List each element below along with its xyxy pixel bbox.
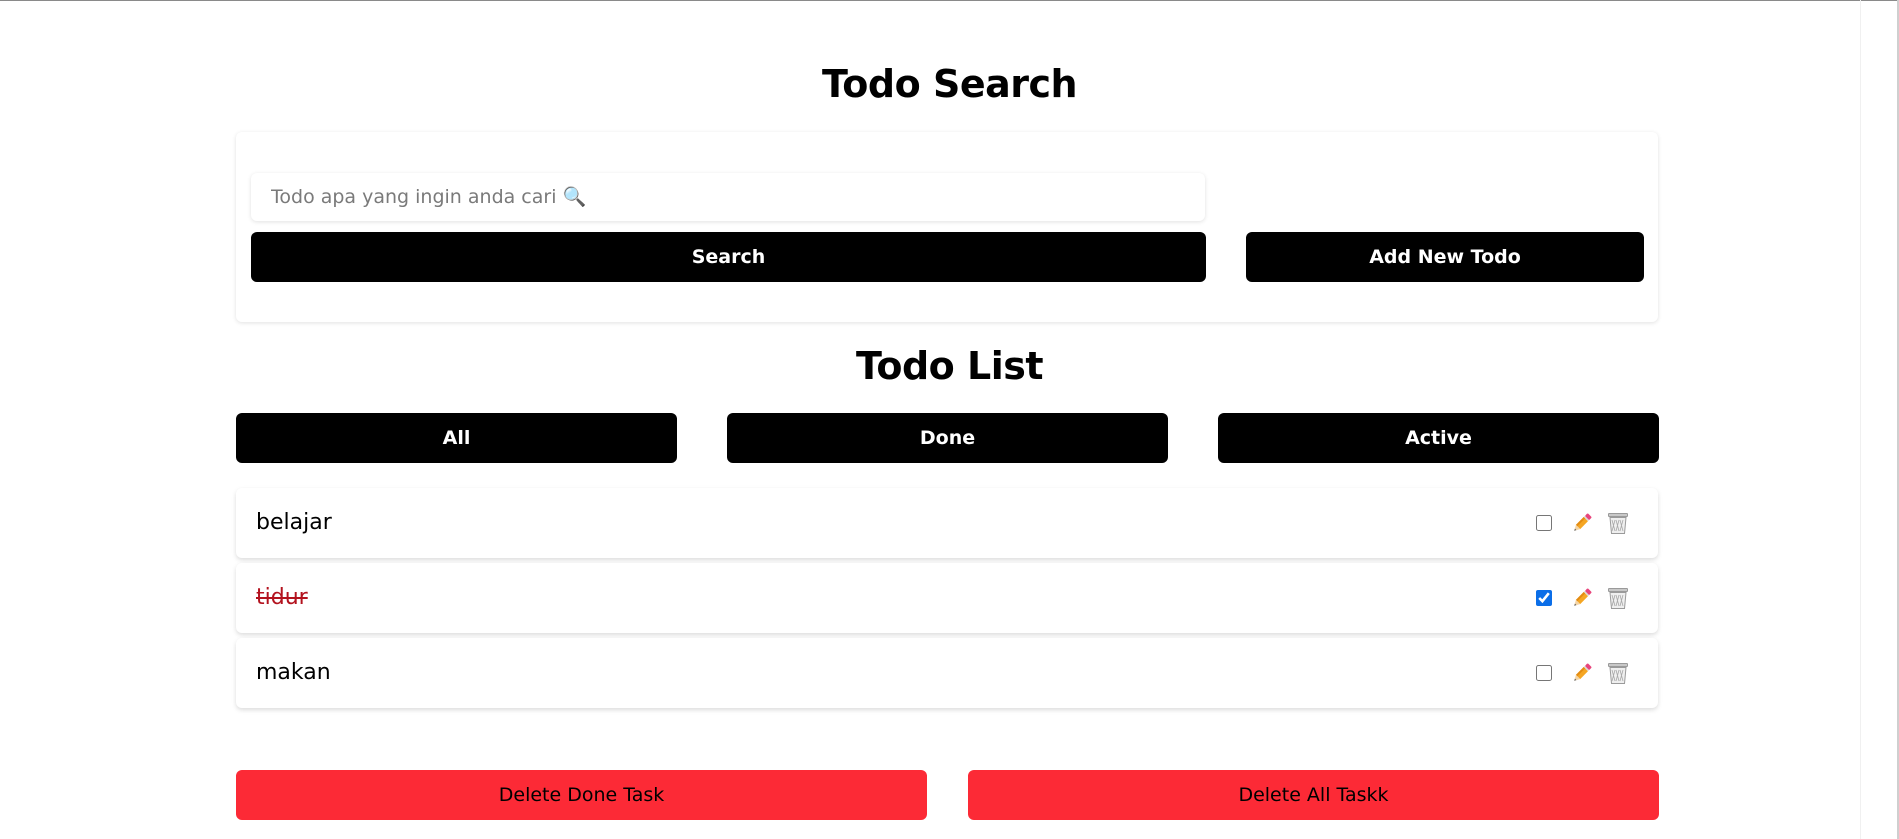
todo-done-checkbox[interactable] [1536, 665, 1552, 681]
search-input[interactable] [251, 173, 1205, 221]
search-button[interactable]: Search [251, 232, 1206, 282]
todo-done-checkbox[interactable] [1536, 515, 1552, 531]
search-title: Todo Search [821, 62, 1078, 106]
page-edge [1860, 0, 1861, 839]
todo-item: tidur [236, 563, 1658, 633]
trash-icon[interactable] [1605, 585, 1631, 611]
filter-done-button[interactable]: Done [727, 413, 1168, 463]
todo-text-done: tidur [256, 585, 308, 610]
pencil-icon[interactable] [1569, 660, 1595, 686]
filter-all-button[interactable]: All [236, 413, 677, 463]
trash-icon[interactable] [1605, 510, 1631, 536]
pencil-icon[interactable] [1569, 585, 1595, 611]
window-top-border [0, 0, 1899, 1]
todo-text: makan [256, 660, 331, 685]
add-new-todo-button[interactable]: Add New Todo [1246, 232, 1644, 282]
todo-text: belajar [256, 510, 332, 535]
todo-done-checkbox[interactable] [1536, 590, 1552, 606]
trash-icon[interactable] [1605, 660, 1631, 686]
delete-all-tasks-button[interactable]: Delete All Taskk [968, 770, 1659, 820]
delete-done-tasks-button[interactable]: Delete Done Task [236, 770, 927, 820]
filter-active-button[interactable]: Active [1218, 413, 1659, 463]
pencil-icon[interactable] [1569, 510, 1595, 536]
todo-list-title: Todo List [855, 344, 1044, 388]
search-card [236, 132, 1658, 322]
todo-item: makan [236, 638, 1658, 708]
todo-item: belajar [236, 488, 1658, 558]
